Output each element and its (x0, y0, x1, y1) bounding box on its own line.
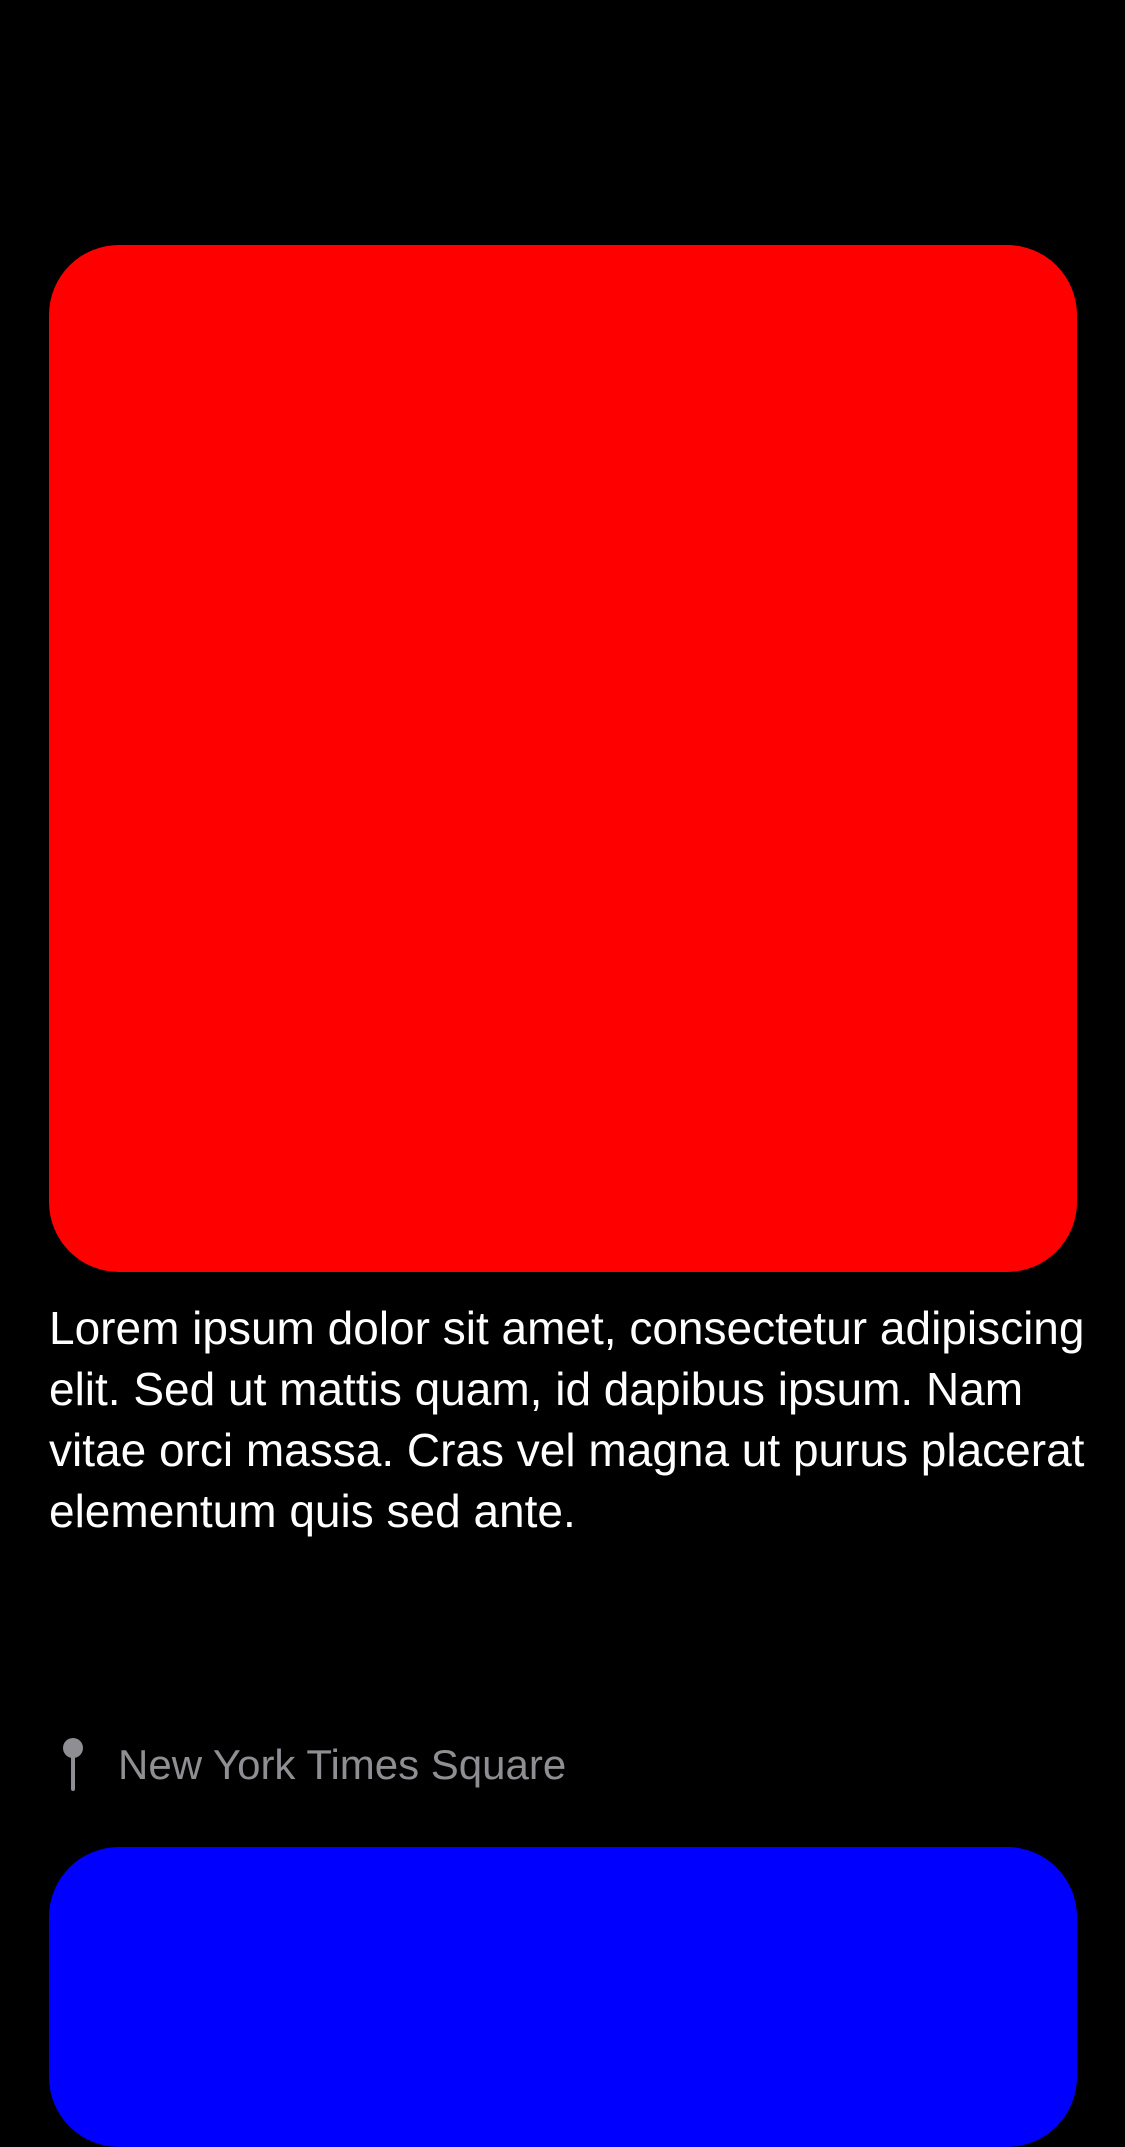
post-location[interactable]: New York Times Square (54, 1733, 566, 1797)
location-label: New York Times Square (118, 1741, 567, 1788)
post-feed: Lorem ipsum dolor sit amet, consectetur … (0, 0, 1125, 2147)
post-image-red[interactable] (49, 245, 1077, 1272)
post-image-blue[interactable] (49, 1847, 1077, 2147)
map-pin-icon (54, 1737, 92, 1793)
post-body-text: Lorem ipsum dolor sit amet, consectetur … (49, 1302, 1085, 1537)
